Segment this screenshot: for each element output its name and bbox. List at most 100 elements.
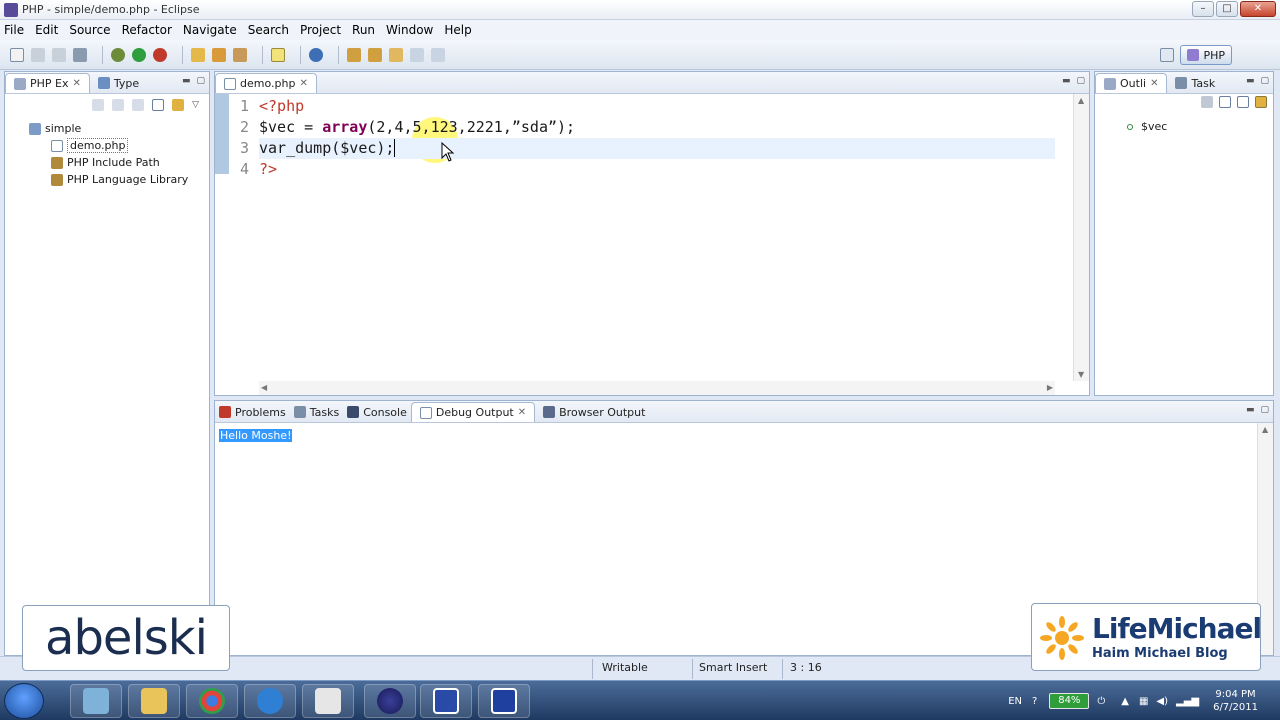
scroll-down-icon[interactable]: ▼: [1078, 370, 1084, 379]
taskbar-app[interactable]: [478, 684, 530, 718]
code-editor[interactable]: 1 2 3 4 <?php $vec = array(2,4,5,123,222…: [215, 94, 1089, 395]
forward-icon[interactable]: [431, 47, 445, 62]
taskbar-app-eclipse[interactable]: [364, 684, 416, 718]
menu-help[interactable]: Help: [444, 23, 471, 37]
globe-icon[interactable]: [309, 47, 323, 62]
outline-item[interactable]: $vec: [1127, 120, 1167, 133]
maximize-panel-icon[interactable]: ▢: [1260, 405, 1269, 415]
tab-browser-output[interactable]: Browser Output: [535, 402, 653, 422]
external-tools-icon[interactable]: [153, 47, 167, 62]
tree-item[interactable]: demo.php: [9, 137, 209, 154]
scroll-left-icon[interactable]: ◀: [261, 383, 267, 392]
menu-edit[interactable]: Edit: [35, 23, 58, 37]
tree-item[interactable]: simple: [9, 120, 209, 137]
close-button[interactable]: ✕: [1240, 1, 1276, 17]
close-tab-icon[interactable]: ✕: [1150, 78, 1158, 89]
tab-tasks[interactable]: Tasks: [290, 402, 343, 422]
open-folder-icon[interactable]: [191, 47, 205, 62]
debug-icon[interactable]: [111, 47, 125, 62]
minimize-panel-icon[interactable]: ▬: [182, 76, 191, 86]
view-menu-icon[interactable]: ▽: [192, 100, 199, 110]
menu-search[interactable]: Search: [248, 23, 289, 37]
minimize-panel-icon[interactable]: ▬: [1062, 76, 1071, 86]
tab-problems[interactable]: Problems: [215, 402, 290, 422]
search-tool-icon[interactable]: [233, 47, 247, 62]
editor-horizontal-scrollbar[interactable]: ◀ ▶: [259, 381, 1055, 395]
sort-icon[interactable]: [1237, 96, 1249, 108]
open-type-icon[interactable]: [212, 47, 226, 62]
php-close-tag: ?>: [259, 160, 278, 178]
power-icon[interactable]: ⏻: [1097, 696, 1105, 707]
tab-demo-php[interactable]: demo.php ✕: [215, 73, 317, 93]
network-icon[interactable]: ▦: [1139, 696, 1148, 707]
editor-vertical-scrollbar[interactable]: ▲ ▼: [1073, 94, 1089, 381]
tab-php-explorer[interactable]: PHP Ex ✕: [5, 73, 90, 93]
menu-file[interactable]: File: [4, 23, 24, 37]
taskbar-app[interactable]: [302, 684, 354, 718]
tab-console[interactable]: Console: [343, 402, 411, 422]
tab-outline[interactable]: Outli ✕: [1095, 73, 1168, 93]
close-tab-icon[interactable]: ✕: [518, 407, 526, 418]
last-edit-icon[interactable]: [389, 47, 403, 62]
show-hidden-icons[interactable]: ▲: [1121, 696, 1129, 707]
link-with-editor-icon[interactable]: [172, 99, 185, 111]
up-nav-icon[interactable]: [132, 99, 145, 111]
help-icon[interactable]: ?: [1032, 696, 1037, 707]
run-icon[interactable]: [132, 47, 146, 62]
maximize-panel-icon[interactable]: ▢: [1260, 76, 1269, 86]
tab-debug-output[interactable]: Debug Output ✕: [410, 402, 536, 422]
tab-type-hierarchy[interactable]: Type: [90, 73, 147, 93]
battery-indicator[interactable]: 84%: [1049, 693, 1090, 709]
print-icon[interactable]: [73, 47, 87, 62]
signal-icon[interactable]: ▂▄▆: [1176, 696, 1199, 707]
maximize-panel-icon[interactable]: ▢: [1076, 76, 1085, 86]
next-annotation-icon[interactable]: [347, 47, 361, 62]
save-icon[interactable]: [31, 47, 45, 62]
forward-nav-icon[interactable]: [112, 99, 125, 111]
link-with-editor-icon[interactable]: [1255, 96, 1267, 108]
scroll-up-icon[interactable]: ▲: [1078, 96, 1084, 105]
taskbar-app[interactable]: [420, 684, 472, 718]
collapse-all-icon[interactable]: [1219, 96, 1231, 108]
menu-project[interactable]: Project: [300, 23, 341, 37]
tree-item[interactable]: PHP Include Path: [9, 154, 209, 171]
maximize-button[interactable]: □: [1216, 1, 1238, 17]
php-perspective-button[interactable]: PHP: [1180, 45, 1232, 65]
back-icon[interactable]: [410, 47, 424, 62]
language-indicator[interactable]: EN: [1008, 696, 1022, 707]
main-toolbar: [0, 40, 1280, 70]
taskbar-app[interactable]: [244, 684, 296, 718]
hide-fields-icon[interactable]: [1201, 96, 1213, 108]
menu-refactor[interactable]: Refactor: [122, 23, 172, 37]
minimize-panel-icon[interactable]: ▬: [1246, 405, 1255, 415]
close-tab-icon[interactable]: ✕: [299, 78, 307, 89]
scroll-right-icon[interactable]: ▶: [1047, 383, 1053, 392]
back-nav-icon[interactable]: [92, 99, 105, 111]
volume-icon[interactable]: ◀): [1156, 696, 1168, 707]
menu-navigate[interactable]: Navigate: [183, 23, 237, 37]
debug-output-text[interactable]: Hello Moshe!: [219, 429, 293, 442]
taskbar-app[interactable]: [70, 684, 122, 718]
taskbar-app[interactable]: [186, 684, 238, 718]
toggle-mark-icon[interactable]: [271, 47, 285, 62]
toolbar-separator: [262, 45, 263, 64]
collapse-all-icon[interactable]: [152, 99, 165, 111]
menu-source[interactable]: Source: [69, 23, 110, 37]
tree-item[interactable]: PHP Language Library: [9, 171, 209, 188]
minimize-button[interactable]: –: [1192, 1, 1214, 17]
taskbar-clock[interactable]: 9:04 PM 6/7/2011: [1213, 688, 1258, 714]
open-perspective-icon[interactable]: [1160, 48, 1175, 62]
taskbar-app[interactable]: [128, 684, 180, 718]
minimize-panel-icon[interactable]: ▬: [1246, 76, 1255, 86]
previous-annotation-icon[interactable]: [368, 47, 382, 62]
scroll-up-icon[interactable]: ▲: [1262, 425, 1268, 434]
maximize-panel-icon[interactable]: ▢: [196, 76, 205, 86]
menu-window[interactable]: Window: [386, 23, 433, 37]
start-button[interactable]: [4, 683, 44, 719]
menu-run[interactable]: Run: [352, 23, 375, 37]
new-icon[interactable]: [10, 47, 24, 62]
tab-tasks[interactable]: Task: [1167, 73, 1223, 93]
code-content[interactable]: <?php $vec = array(2,4,5,123,2221,”sda”)…: [259, 96, 1055, 180]
save-all-icon[interactable]: [52, 47, 66, 62]
close-tab-icon[interactable]: ✕: [73, 78, 81, 89]
